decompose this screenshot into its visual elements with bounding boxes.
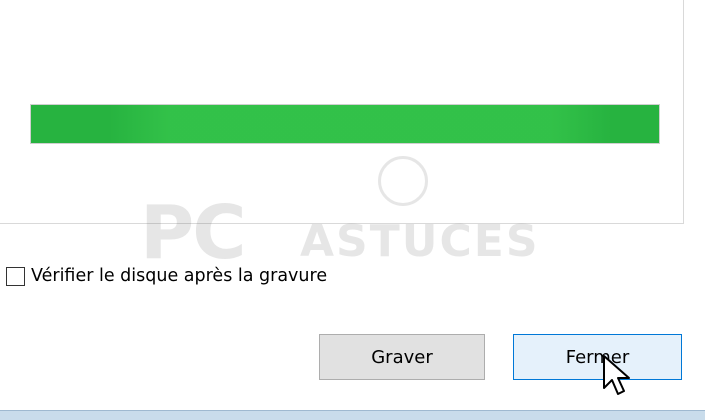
progress-bar (30, 104, 660, 144)
close-button[interactable]: Fermer (513, 334, 682, 380)
progress-panel (0, 0, 684, 224)
verify-disc-option[interactable]: Vérifier le disque après la gravure (6, 263, 327, 289)
verify-checkbox[interactable] (6, 266, 25, 286)
verify-label[interactable]: Vérifier le disque après la gravure (31, 266, 327, 286)
burn-button[interactable]: Graver (319, 334, 485, 380)
progress-glow (109, 105, 611, 143)
burn-dialog: PC ASTUCES Vérifier le disque après la g… (0, 0, 705, 410)
status-text (36, 0, 656, 12)
